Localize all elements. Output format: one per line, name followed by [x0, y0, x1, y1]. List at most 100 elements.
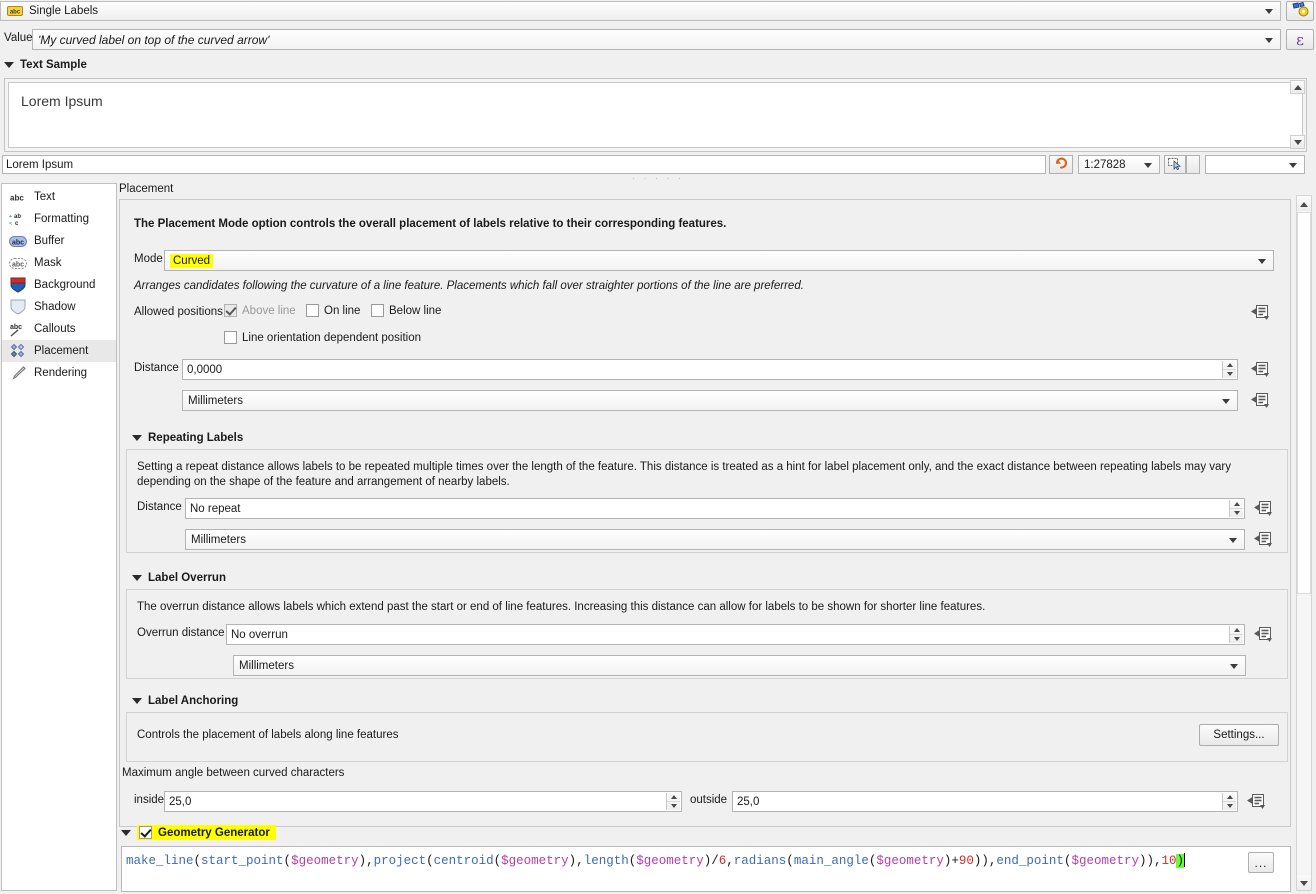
sidebar-item-callouts[interactable]: abc Callouts: [2, 318, 116, 340]
spin-down-icon[interactable]: [1223, 370, 1236, 378]
spin-down-icon[interactable]: [1230, 635, 1243, 643]
overrun-distance-input[interactable]: No overrun: [226, 624, 1245, 645]
scale-source-dropdown[interactable]: [1186, 155, 1200, 174]
expression-button[interactable]: ε: [1286, 29, 1314, 50]
scale-combo[interactable]: 1:27828: [1078, 155, 1160, 174]
checkbox-box: [224, 304, 237, 317]
override-button-repeat-unit[interactable]: [1251, 528, 1275, 550]
expression-token: ),: [358, 854, 374, 868]
scrollbar-down-button[interactable]: [1297, 875, 1311, 890]
geometry-generator-checkbox[interactable]: [139, 826, 152, 839]
label-anchoring-header[interactable]: Label Anchoring: [124, 693, 238, 709]
expression-builder-button[interactable]: ...: [1248, 852, 1274, 873]
value-combo[interactable]: 'My curved label on top of the curved ar…: [32, 29, 1281, 50]
set-scale-from-canvas-button[interactable]: [1164, 155, 1186, 174]
expression-token: )),: [973, 854, 997, 868]
override-button-distance-unit[interactable]: [1248, 389, 1272, 411]
panel-scrollbar[interactable]: [1296, 195, 1312, 891]
expression-token: )+: [943, 854, 959, 868]
spinner-buttons[interactable]: [1222, 361, 1236, 378]
extra-combo[interactable]: [1205, 155, 1305, 174]
expression-token: )/: [703, 854, 719, 868]
splitter-grip-icon: · · · · ·: [632, 173, 684, 183]
svg-text:+: +: [9, 214, 12, 220]
label-overrun-body: The overrun distance allows labels which…: [126, 589, 1288, 679]
formatting-icon: + ab < c: [9, 211, 27, 227]
checkbox-above-line[interactable]: Above line: [224, 304, 296, 317]
mode-combo[interactable]: Curved: [164, 250, 1274, 271]
expression-token: project: [373, 854, 427, 868]
spin-up-icon[interactable]: [1230, 626, 1243, 635]
geometry-generator-header[interactable]: Geometry Generator: [121, 823, 276, 842]
sidebar-item-label: Text: [34, 191, 56, 203]
undo-button[interactable]: [1049, 155, 1073, 174]
spin-up-icon[interactable]: [1223, 361, 1236, 370]
scrollbar-up-button[interactable]: [1297, 196, 1311, 211]
geometry-generator-expression-editor[interactable]: make_line(start_point($geometry),project…: [121, 846, 1291, 892]
checkbox-label: Above line: [242, 304, 296, 317]
override-button-allowed-positions[interactable]: [1248, 301, 1272, 323]
label-overrun-header[interactable]: Label Overrun: [124, 570, 226, 586]
override-button-distance[interactable]: [1248, 358, 1272, 380]
repeating-labels-header[interactable]: Repeating Labels: [124, 430, 243, 446]
sidebar-item-formatting[interactable]: + ab < c Formatting: [2, 208, 116, 230]
data-defined-override-icon: [1247, 793, 1265, 809]
spinner-buttons[interactable]: [666, 793, 680, 810]
override-button-max-angle[interactable]: [1244, 790, 1268, 812]
spin-down-icon[interactable]: [1223, 802, 1236, 810]
spin-up-icon[interactable]: [1230, 500, 1243, 509]
distance-input[interactable]: 0,0000: [182, 359, 1238, 380]
override-button-overrun-distance[interactable]: [1251, 623, 1275, 645]
overrun-unit-combo[interactable]: Millimeters: [233, 655, 1246, 676]
distance-unit-value: Millimeters: [188, 394, 243, 407]
checkbox-on-line[interactable]: On line: [306, 304, 360, 317]
expression-text[interactable]: make_line(start_point($geometry),project…: [126, 853, 1244, 868]
spin-down-icon[interactable]: [1230, 509, 1243, 517]
spinner-buttons[interactable]: [1229, 500, 1243, 517]
panel-splitter[interactable]: · · · · ·: [0, 173, 1316, 183]
outside-angle-input[interactable]: 25,0: [732, 791, 1238, 812]
inside-angle-input[interactable]: 25,0: [164, 791, 682, 812]
sidebar-item-shadow[interactable]: Shadow: [2, 296, 116, 318]
checkbox-line-orientation[interactable]: Line orientation dependent position: [224, 331, 421, 344]
sidebar-item-mask[interactable]: abc Mask: [2, 252, 116, 274]
data-defined-override-icon: [1254, 626, 1272, 642]
overrun-distance-label: Overrun distance: [137, 627, 225, 639]
scrollbar-thumb[interactable]: [1297, 212, 1311, 594]
checkbox-below-line[interactable]: Below line: [371, 304, 441, 317]
text-sample-header[interactable]: Text Sample: [4, 57, 87, 73]
override-button-repeat-distance[interactable]: [1251, 497, 1275, 519]
arrow-up-icon: [1300, 201, 1308, 207]
inside-angle-value: 25,0: [169, 795, 192, 808]
sidebar-item-text[interactable]: abc Text: [2, 186, 116, 208]
distance-unit-combo[interactable]: Millimeters: [182, 390, 1238, 411]
text-sample-preview: Lorem Ipsum: [8, 82, 1303, 148]
text-sample-input[interactable]: Lorem Ipsum: [2, 155, 1046, 174]
collapse-triangle-icon: [132, 575, 142, 581]
sidebar-item-placement[interactable]: Placement: [2, 340, 116, 362]
expression-token: ): [1176, 854, 1184, 868]
sidebar-item-buffer[interactable]: abc Buffer: [2, 230, 116, 252]
background-shield-icon: [9, 277, 27, 293]
repeat-distance-input[interactable]: No repeat: [185, 498, 1245, 519]
label-anchoring-title: Label Anchoring: [148, 695, 239, 707]
spinner-buttons[interactable]: [1229, 626, 1243, 643]
spin-up-icon[interactable]: [1223, 793, 1236, 802]
spin-down-icon[interactable]: [667, 802, 680, 810]
sidebar-item-background[interactable]: Background: [2, 274, 116, 296]
preview-scroll-up-button[interactable]: [1290, 80, 1305, 94]
spin-up-icon[interactable]: [667, 793, 680, 802]
mode-label: Mode: [134, 253, 163, 265]
style-manager-button[interactable]: [1286, 1, 1314, 21]
sidebar-item-rendering[interactable]: Rendering: [2, 362, 116, 384]
sidebar-item-label: Background: [34, 279, 96, 291]
repeating-labels-body: Setting a repeat distance allows labels …: [126, 449, 1288, 553]
spinner-buttons[interactable]: [1222, 793, 1236, 810]
sidebar-item-label: Rendering: [34, 367, 88, 379]
anchoring-settings-button[interactable]: Settings...: [1199, 724, 1279, 746]
repeat-unit-combo[interactable]: Millimeters: [185, 529, 1245, 550]
preview-scroll-down-button[interactable]: [1290, 135, 1305, 149]
select-cursor-icon: [1168, 157, 1182, 173]
collapse-triangle-icon: [4, 62, 14, 68]
labeling-mode-combo[interactable]: abc Single Labels: [0, 1, 1281, 21]
